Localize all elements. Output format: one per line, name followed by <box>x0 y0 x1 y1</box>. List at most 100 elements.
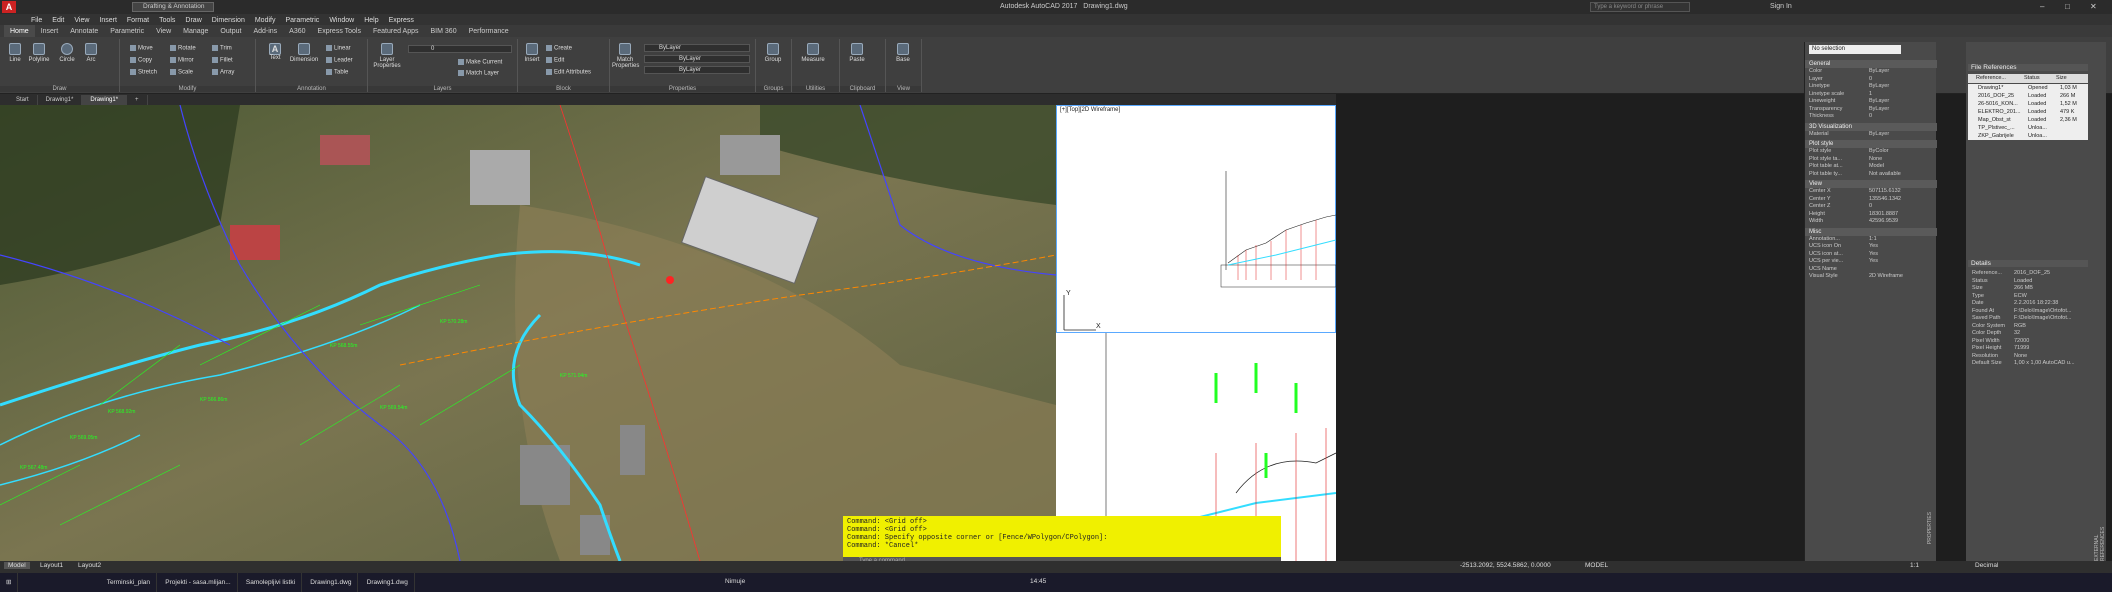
taskbar-item[interactable]: Terminski_plan <box>101 573 158 592</box>
view-group-label[interactable]: View <box>886 86 921 92</box>
edit-button[interactable]: Edit <box>546 57 564 64</box>
rotate-button[interactable]: Rotate <box>170 45 196 52</box>
property-row[interactable]: Annotation... 1:1 <box>1805 236 1937 244</box>
section-general[interactable]: General <box>1805 60 1937 68</box>
dimension-button[interactable]: Dimension <box>288 43 320 63</box>
scale-button[interactable]: Scale <box>170 69 193 76</box>
xref-row[interactable]: 26-5016_KON... Loaded 1,52 M <box>1968 100 2088 108</box>
property-row[interactable]: Material ByLayer <box>1805 131 1937 139</box>
layer-properties-button[interactable]: Layer Properties <box>372 43 402 69</box>
text-button[interactable]: A Text <box>266 43 284 61</box>
xref-row[interactable]: ZKP_Gabrijele Unloa... <box>1968 132 2088 140</box>
clock[interactable]: 14:45 <box>1030 578 1046 585</box>
layers-group-label[interactable]: Layers <box>368 86 517 92</box>
xref-row[interactable]: TP_Plstivec_... Unloa... <box>1968 124 2088 132</box>
xref-col-reference[interactable]: Reference... <box>1968 74 2024 83</box>
section-view[interactable]: View <box>1805 180 1937 188</box>
section-misc[interactable]: Misc <box>1805 227 1937 236</box>
arc-button[interactable]: Arc <box>82 43 100 63</box>
property-row[interactable]: Transparency ByLayer <box>1805 106 1937 114</box>
copy-button[interactable]: Copy <box>130 57 152 64</box>
utilities-group-label[interactable]: Utilities <box>792 86 839 92</box>
block-group-label[interactable]: Block <box>518 86 609 92</box>
property-row[interactable]: UCS icon at... Yes <box>1805 251 1937 259</box>
sign-in-button[interactable]: Sign In <box>1770 3 1792 10</box>
language-indicator[interactable]: Nimuje <box>725 578 745 585</box>
layout-tab-model[interactable]: Model <box>4 562 30 569</box>
property-row[interactable]: Height 18301.8887 <box>1805 211 1937 219</box>
taskbar-item[interactable]: Samolepljivi listki <box>240 573 303 592</box>
property-row[interactable]: Center Y 135546.1342 <box>1805 196 1937 204</box>
close-button[interactable]: ✕ <box>2090 2 2097 11</box>
workspace-dropdown[interactable]: Drafting & Annotation <box>132 2 214 12</box>
group-button[interactable]: Group <box>760 43 786 63</box>
base-button[interactable]: Base <box>892 43 914 63</box>
property-row[interactable]: Visual Style 2D Wireframe <box>1805 273 1937 281</box>
leader-button[interactable]: Leader <box>326 57 353 64</box>
maximize-button[interactable]: □ <box>2065 2 2070 11</box>
property-row[interactable]: Width 42596.9539 <box>1805 218 1937 226</box>
match-layer-button[interactable]: Match Layer <box>458 70 499 77</box>
taskbar-item[interactable]: Projekti - sasa.mlijan... <box>159 573 238 592</box>
property-row[interactable]: Center Z 0 <box>1805 203 1937 211</box>
start-button[interactable]: ⊞ <box>0 573 19 592</box>
mirror-button[interactable]: Mirror <box>170 57 194 64</box>
property-row[interactable]: Plot table ty... Not available <box>1805 171 1937 179</box>
modify-group-label[interactable]: Modify <box>120 86 255 92</box>
circle-button[interactable]: Circle <box>56 43 78 63</box>
property-row[interactable]: UCS Name <box>1805 266 1937 274</box>
measure-button[interactable]: Measure <box>798 43 828 63</box>
xref-row[interactable]: ELEKTRO_201... Loaded 479 K <box>1968 108 2088 116</box>
property-row[interactable]: Linetype ByLayer <box>1805 83 1937 91</box>
create-button[interactable]: Create <box>546 45 572 52</box>
trim-button[interactable]: Trim <box>212 45 232 52</box>
property-row[interactable]: Layer 0 <box>1805 76 1937 84</box>
coordinates-readout[interactable]: -2513.2092, 5524.5862, 0.0000 <box>1460 562 1551 569</box>
search-input[interactable]: Type a keyword or phrase <box>1590 2 1690 12</box>
property-row[interactable]: Linetype scale 1 <box>1805 91 1937 99</box>
property-row[interactable]: Thickness 0 <box>1805 113 1937 121</box>
property-row[interactable]: Color ByLayer <box>1805 68 1937 76</box>
annotation-group-label[interactable]: Annotation <box>256 86 367 92</box>
taskbar-item[interactable]: Drawing1.dwg <box>304 573 359 592</box>
lineweight-dropdown[interactable]: ByLayer <box>644 66 750 74</box>
property-row[interactable]: Plot style ta... None <box>1805 156 1937 164</box>
selection-dropdown[interactable]: No selection <box>1809 45 1901 54</box>
aerial-viewport[interactable]: KP 568.92m KP 569.05m KP 567.48m KP 566.… <box>0 105 1056 561</box>
match-properties-button[interactable]: Match Properties <box>612 43 639 69</box>
model-space-toggle[interactable]: MODEL <box>1585 562 1608 569</box>
annotation-scale[interactable]: 1:1 <box>1910 562 1919 569</box>
units-dropdown[interactable]: Decimal <box>1975 562 1998 569</box>
app-logo[interactable]: A <box>2 1 16 13</box>
linetype-dropdown[interactable]: ByLayer <box>644 55 750 63</box>
draw-group-label[interactable]: Draw <box>0 86 119 92</box>
xref-col-size[interactable]: Size <box>2056 74 2086 83</box>
groups-group-label[interactable]: Groups <box>756 86 791 92</box>
property-row[interactable]: Plot style ByColor <box>1805 148 1937 156</box>
section-plot-style[interactable]: Plot style <box>1805 140 1937 148</box>
property-row[interactable]: UCS per vie... Yes <box>1805 258 1937 266</box>
line-button[interactable]: Line <box>6 43 24 63</box>
paste-button[interactable]: Paste <box>846 43 868 63</box>
layout-tab-layout2[interactable]: Layout2 <box>78 562 101 569</box>
property-row[interactable]: Center X 507115.6132 <box>1805 188 1937 196</box>
color-dropdown[interactable]: ByLayer <box>644 44 750 52</box>
insert-button[interactable]: Insert <box>522 43 542 63</box>
properties-group-label[interactable]: Properties <box>610 86 755 92</box>
clipboard-group-label[interactable]: Clipboard <box>840 86 885 92</box>
xref-row[interactable]: Map_Obst_st Loaded 2,36 M <box>1968 116 2088 124</box>
section-3d-visualization[interactable]: 3D Visualization <box>1805 122 1937 131</box>
layer-dropdown[interactable]: 0 <box>408 45 512 53</box>
stretch-button[interactable]: Stretch <box>130 69 157 76</box>
profile-overview-viewport[interactable]: [+][Top][2D Wireframe] Y X <box>1056 105 1336 333</box>
move-button[interactable]: Move <box>130 45 153 52</box>
taskbar-item[interactable]: Drawing1.dwg <box>361 573 415 592</box>
make-current-button[interactable]: Make Current <box>458 59 502 66</box>
polyline-button[interactable]: Polyline <box>26 43 52 63</box>
table-button[interactable]: Table <box>326 69 348 76</box>
property-row[interactable]: Plot table at... Model <box>1805 163 1937 171</box>
array-button[interactable]: Array <box>212 69 234 76</box>
xref-col-status[interactable]: Status <box>2024 74 2056 83</box>
xref-row[interactable]: Drawing1* Opened 1,03 M <box>1968 84 2088 92</box>
property-row[interactable]: UCS icon On Yes <box>1805 243 1937 251</box>
